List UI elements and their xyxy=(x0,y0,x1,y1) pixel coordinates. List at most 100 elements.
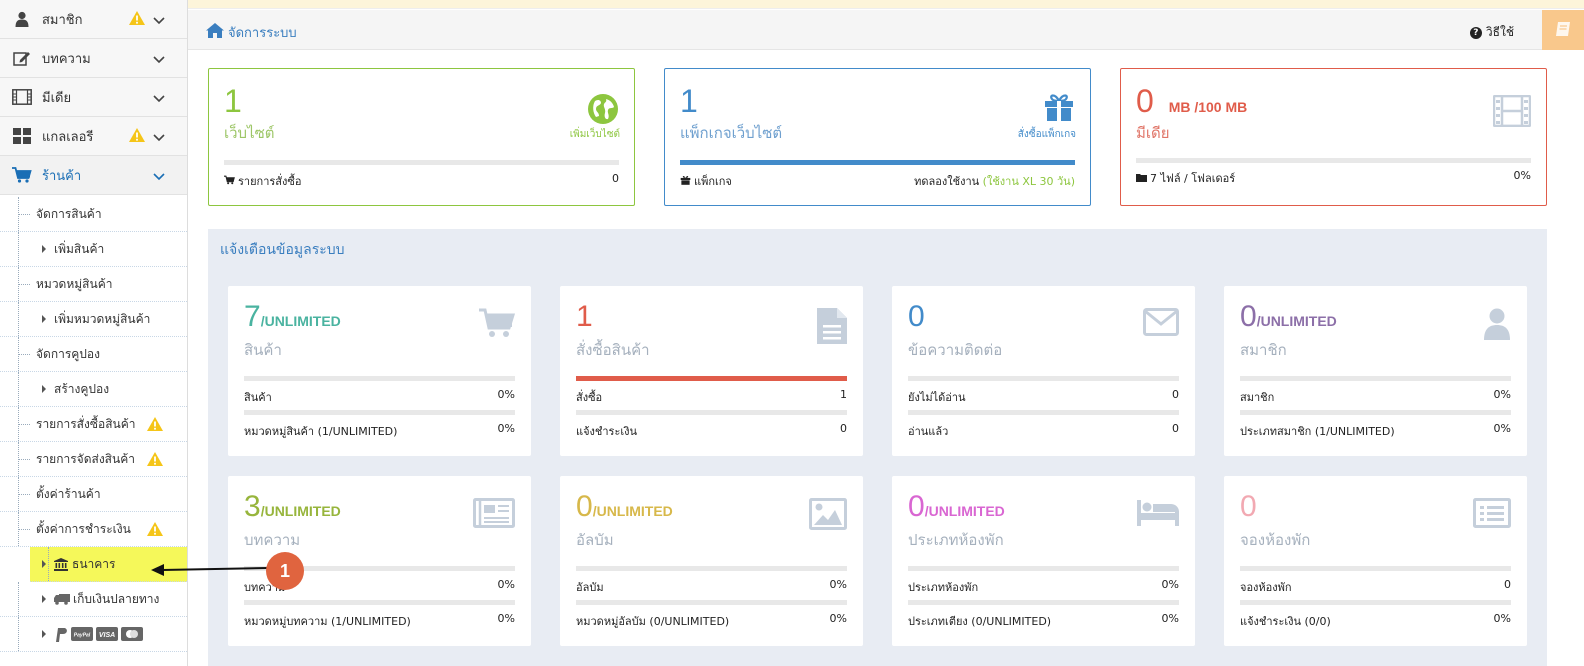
bookings-row2-label: แจ้งชำระเงิน (0/0) xyxy=(1240,615,1331,628)
package-title: แพ็กเกจเว็บไซต์ xyxy=(680,124,783,142)
sidebar-subitem-manage-coupons[interactable]: จัดการคูปอง xyxy=(0,337,187,372)
products-progress-bar xyxy=(244,376,515,381)
orders-value: 0 xyxy=(612,172,619,185)
members-progress-bar xyxy=(1240,376,1511,381)
files-value: 0% xyxy=(1513,169,1531,182)
sidebar-subitem-shop-settings[interactable]: ตั้งค่าร้านค้า xyxy=(0,477,187,512)
package-progress-bar xyxy=(680,160,1075,165)
messages-row1-value: 0 xyxy=(1172,388,1179,401)
sidebar-subitem-payment-settings[interactable]: ตั้งค่าการชำระเงิน xyxy=(0,512,187,547)
media-progress-bar xyxy=(1136,158,1531,163)
orders-progress-bar xyxy=(576,376,847,381)
albums-row1-value: 0% xyxy=(829,578,847,591)
bank-icon xyxy=(54,557,68,571)
buy-package-link[interactable]: สั่งซื้อแพ็กเกจ xyxy=(1018,127,1076,142)
messages-card: 0 ข้อความติดต่อ ยังไม่ได้อ่าน 0 อ่านแล้ว 0 xyxy=(892,286,1195,456)
members-row2-value: 0% xyxy=(1493,422,1511,435)
sidebar-item-label: ธนาคาร xyxy=(72,556,116,571)
bed-icon xyxy=(1137,498,1179,529)
add-website-link[interactable]: เพิ่มเว็บไซต์ xyxy=(570,127,620,142)
messages-title: ข้อความติดต่อ xyxy=(908,341,1003,359)
albums-title: อัลบัม xyxy=(576,531,614,549)
sidebar-item-label: ร้านค้า xyxy=(42,168,82,184)
room-types-title: ประเภทห้องพัก xyxy=(908,531,1004,549)
sidebar-subitem-cash-on-delivery[interactable]: เก็บเงินปลายทาง xyxy=(0,582,187,617)
orders-label: รายการสั่งซื้อ xyxy=(238,175,302,188)
orders-card: 1 สั่งซื้อสินค้า สั่งซื้อ 1 แจ้งชำระเงิน 0 xyxy=(560,286,863,456)
sidebar-item-label: จัดการคูปอง xyxy=(36,346,100,361)
members-row2-label: ประเภทสมาชิก (1/UNLIMITED) xyxy=(1240,425,1395,438)
bed-types-bar xyxy=(908,600,1179,605)
film-icon xyxy=(1492,94,1532,130)
sidebar-item-label: รายการจัดส่งสินค้า xyxy=(36,451,135,466)
albums-count-value: 0 xyxy=(576,490,593,523)
articles-row2-label: หมวดหมู่บทความ (1/UNLIMITED) xyxy=(244,615,411,628)
sidebar-subitem-product-categories[interactable]: หมวดหมู่สินค้า xyxy=(0,267,187,302)
sidebar-item-gallery[interactable]: แกลเลอรี xyxy=(0,117,187,156)
book-icon xyxy=(1555,21,1571,40)
articles-count-unit: /UNLIMITED xyxy=(260,503,341,519)
globe-icon[interactable] xyxy=(587,93,619,128)
sidebar-item-label: แกลเลอรี xyxy=(42,129,94,145)
caret-right-icon xyxy=(42,560,46,568)
bookings-progress-bar xyxy=(1240,566,1511,571)
caret-right-icon xyxy=(42,245,46,253)
sidebar-subitem-create-coupon[interactable]: สร้างคูปอง xyxy=(0,372,187,407)
articles-row2-value: 0% xyxy=(497,612,515,625)
annotation-arrow xyxy=(151,564,269,576)
messages-row2-value: 0 xyxy=(1172,422,1179,435)
sidebar-item-shop[interactable]: ร้านค้า xyxy=(0,156,187,195)
page-header: จัดการระบบ ? วิธีใช้ xyxy=(188,10,1584,50)
products-card: 7/UNLIMITED สินค้า สินค้า 0% หมวดหมู่สินค… xyxy=(228,286,531,456)
sidebar-subitem-shipments[interactable]: รายการจัดส่งสินค้า xyxy=(0,442,187,477)
orders-count: 1 xyxy=(576,300,593,338)
members-row1-label: สมาชิก xyxy=(1240,391,1275,404)
media-info-box: 0 MB /100 MB มีเดีย 7 ไฟล์ / โฟลเดอร์ 0% xyxy=(1120,68,1547,206)
sidebar-item-members[interactable]: สมาชิก xyxy=(0,0,187,39)
help-label: วิธีใช้ xyxy=(1485,25,1514,39)
sidebar-item-label: ตั้งค่าการชำระเงิน xyxy=(36,521,131,536)
sidebar-subitem-orders[interactable]: รายการสั่งซื้อสินค้า xyxy=(0,407,187,442)
room-types-row2-value: 0% xyxy=(1161,612,1179,625)
home-icon xyxy=(206,23,224,42)
messages-unread-bar xyxy=(908,376,1179,381)
list-icon xyxy=(1473,498,1511,531)
room-types-count: 0/UNLIMITED xyxy=(908,490,1005,528)
sidebar-item-label: เก็บเงินปลายทาง xyxy=(73,591,160,606)
articles-count: 3/UNLIMITED xyxy=(244,490,341,528)
orders-row1-value: 1 xyxy=(840,388,847,401)
products-row2-value: 0% xyxy=(497,422,515,435)
sidebar-subitem-add-category[interactable]: เพิ่มหมวดหมู่สินค้า xyxy=(0,302,187,337)
bookings-title: จองห้องพัก xyxy=(1240,531,1311,549)
albums-card: 0/UNLIMITED อัลบัม อัลบัม 0% หมวดหมู่อัลบ… xyxy=(560,476,863,646)
website-title: เว็บไซต์ xyxy=(224,124,275,142)
media-usage-value: 0 xyxy=(1136,83,1154,119)
chevron-down-icon xyxy=(153,53,165,67)
products-count-unit: /UNLIMITED xyxy=(260,313,341,329)
sidebar-item-articles[interactable]: บทความ xyxy=(0,39,187,78)
members-type-bar xyxy=(1240,410,1511,415)
orders-count-value: 1 xyxy=(576,300,593,333)
help-link[interactable]: ? วิธีใช้ xyxy=(1469,23,1514,42)
sidebar-subitem-online-payment[interactable]: PayPal VISA xyxy=(0,617,187,652)
cart-icon xyxy=(479,308,516,341)
sidebar-item-label: สร้างคูปอง xyxy=(54,381,110,396)
sidebar-subitem-manage-products[interactable]: จัดการสินค้า xyxy=(0,197,187,232)
breadcrumb[interactable]: จัดการระบบ xyxy=(206,22,297,43)
chevron-down-icon xyxy=(153,14,165,28)
sidebar-subitem-add-product[interactable]: เพิ่มสินค้า xyxy=(0,232,187,267)
sidebar-item-label: รายการสั่งซื้อสินค้า xyxy=(36,416,136,431)
caret-right-icon xyxy=(42,315,46,323)
albums-category-bar xyxy=(576,600,847,605)
warning-icon xyxy=(146,416,164,435)
website-count: 1 xyxy=(224,83,242,119)
manual-button[interactable] xyxy=(1542,10,1584,50)
notice-strip xyxy=(188,0,1584,9)
room-types-row1-label: ประเภทห้องพัก xyxy=(908,581,979,594)
room-types-progress-bar xyxy=(908,566,1179,571)
question-icon: ? xyxy=(1469,26,1482,39)
website-progress-bar xyxy=(224,160,619,165)
gift-icon[interactable] xyxy=(1043,93,1075,124)
room-types-row1-value: 0% xyxy=(1161,578,1179,591)
sidebar-item-media[interactable]: มีเดีย xyxy=(0,78,187,117)
